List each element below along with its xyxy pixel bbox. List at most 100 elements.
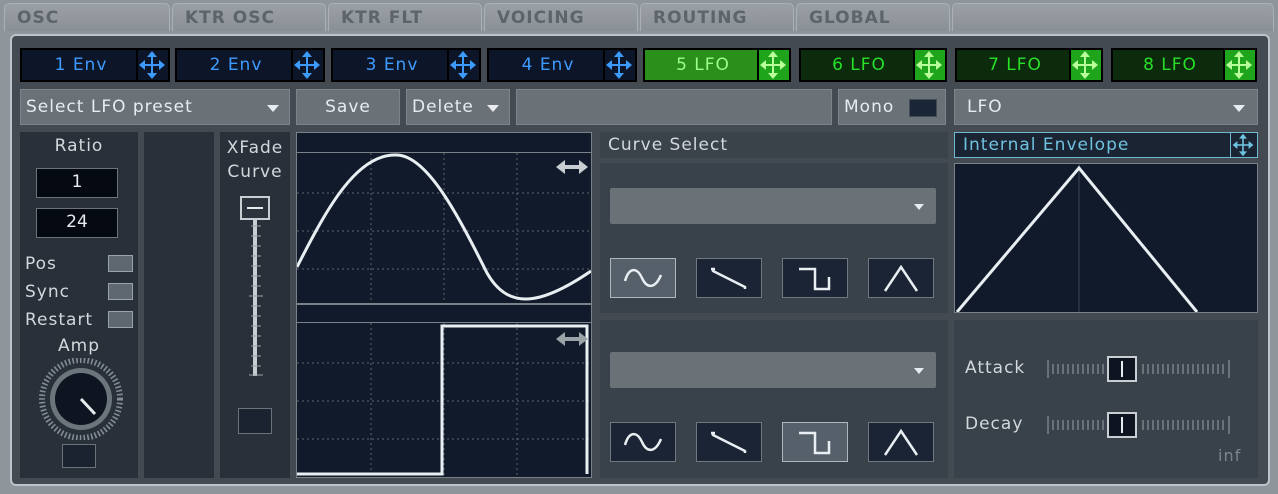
sine-wave-icon [623,432,663,452]
lower-curve-dropdown[interactable] [610,352,936,388]
mod-source-7-lfo[interactable]: 7 LFO [955,48,1103,82]
chevron-down-icon [487,105,499,112]
upper-curve-dropdown[interactable] [610,188,936,224]
mod-source-2-env[interactable]: 2 Env [175,48,325,82]
upper-shape-saw-button[interactable] [696,258,762,298]
lfo-mode-select[interactable]: LFO [954,89,1258,125]
mod-source-8-lfo[interactable]: 8 LFO [1111,48,1257,82]
move-icon[interactable] [1069,50,1101,80]
mod-source-5-lfo[interactable]: 5 LFO [643,48,791,82]
amp-label: Amp [58,336,100,356]
empty-column [144,132,214,478]
restart-label: Restart [25,310,94,330]
tab-routing[interactable]: ROUTING [640,3,794,31]
ratio-numerator-field[interactable]: 1 [36,168,118,198]
curve-select-title: Curve Select [608,135,729,155]
tab-osc[interactable]: OSC [4,3,170,31]
sawtooth-wave-icon [711,267,747,289]
mod-source-4-env[interactable]: 4 Env [487,48,637,82]
preset-name-field[interactable] [516,89,832,125]
internal-envelope-header[interactable]: Internal Envelope [954,132,1258,158]
move-icon[interactable] [136,50,168,80]
square-wave-icon [799,267,831,291]
mono-label: Mono [844,97,895,117]
waveform-header-strip [296,132,592,154]
preset-select-label: Select LFO preset [26,97,193,117]
horizontal-arrows-icon[interactable] [555,157,589,177]
tab-empty [952,3,1274,31]
move-icon[interactable] [1230,133,1257,157]
amp-knob[interactable] [35,358,127,440]
upper-shape-square-button[interactable] [782,258,848,298]
envelope-controls-panel [954,320,1258,478]
mono-toggle[interactable]: Mono [838,89,946,125]
upper-shape-triangle-button[interactable] [868,258,934,298]
mode-select-label: LFO [967,97,1003,117]
mod-source-label: 2 Env [209,55,263,75]
tab-ktr-osc[interactable]: KTR OSC [172,3,326,31]
xfade-label: XFade [226,138,284,158]
ratio-label: Ratio [54,136,104,156]
move-icon[interactable] [1223,50,1255,80]
mod-source-label: 1 Env [54,55,108,75]
envelope-display[interactable] [954,163,1258,313]
horizontal-arrows-icon[interactable] [555,329,589,349]
decay-slider[interactable] [1046,412,1232,438]
pos-checkbox[interactable] [108,255,133,272]
lfo-editor-window: OSC KTR OSC KTR FLT VOICING ROUTING GLOB… [0,0,1278,494]
curve-label: Curve [227,162,283,182]
lfo-preset-select[interactable]: Select LFO preset [20,89,290,125]
upper-waveform-display[interactable] [295,152,592,304]
mod-source-label: 3 Env [365,55,419,75]
amp-mod-slot[interactable] [62,444,96,468]
mod-source-3-env[interactable]: 3 Env [331,48,481,82]
lower-shape-square-button[interactable] [782,422,848,462]
upper-waveform [295,153,592,303]
lower-shape-sine-button[interactable] [610,422,676,462]
decay-label: Decay [965,414,1024,434]
restart-checkbox[interactable] [108,311,133,328]
pos-label: Pos [25,254,57,274]
delete-label: Delete [412,97,474,117]
tab-ktr-flt[interactable]: KTR FLT [328,3,482,31]
chevron-down-icon [914,204,924,210]
upper-shape-sine-button[interactable] [610,258,676,298]
attack-slider[interactable] [1046,356,1232,382]
envelope-curve [955,164,1199,313]
mod-source-6-lfo[interactable]: 6 LFO [799,48,947,82]
mod-source-label: 8 LFO [1143,55,1197,75]
mono-checkbox[interactable] [909,99,937,117]
mod-source-1-env[interactable]: 1 Env [20,48,170,82]
tab-global[interactable]: GLOBAL [796,3,950,31]
triangle-wave-icon [883,264,919,292]
mod-source-label: 6 LFO [832,55,886,75]
save-button[interactable]: Save [296,89,400,125]
move-icon[interactable] [603,50,635,80]
triangle-wave-icon [883,428,919,456]
square-wave-icon [799,431,831,455]
xfade-slider-handle[interactable] [240,196,270,220]
mod-source-label: 5 LFO [676,55,730,75]
sine-wave-icon [623,268,663,288]
lower-shape-saw-button[interactable] [696,422,762,462]
lower-shape-triangle-button[interactable] [868,422,934,462]
attack-label: Attack [965,358,1026,378]
move-icon[interactable] [913,50,945,80]
lower-waveform [297,323,591,477]
move-icon[interactable] [447,50,479,80]
tab-voicing[interactable]: VOICING [484,3,638,31]
move-icon[interactable] [757,50,789,80]
lower-waveform-display[interactable] [296,322,592,478]
sawtooth-wave-icon [711,431,747,453]
mod-source-label: 7 LFO [988,55,1042,75]
sync-checkbox[interactable] [108,283,133,300]
move-icon[interactable] [291,50,323,80]
xfade-slider-ticks [249,215,263,376]
decay-value: inf [1218,446,1242,465]
sync-label: Sync [25,282,70,302]
chevron-down-icon [267,105,279,112]
ratio-denominator-field[interactable]: 24 [36,208,118,238]
mod-source-label: 4 Env [521,55,575,75]
xfade-mod-slot[interactable] [238,408,272,434]
delete-button[interactable]: Delete [406,89,510,125]
